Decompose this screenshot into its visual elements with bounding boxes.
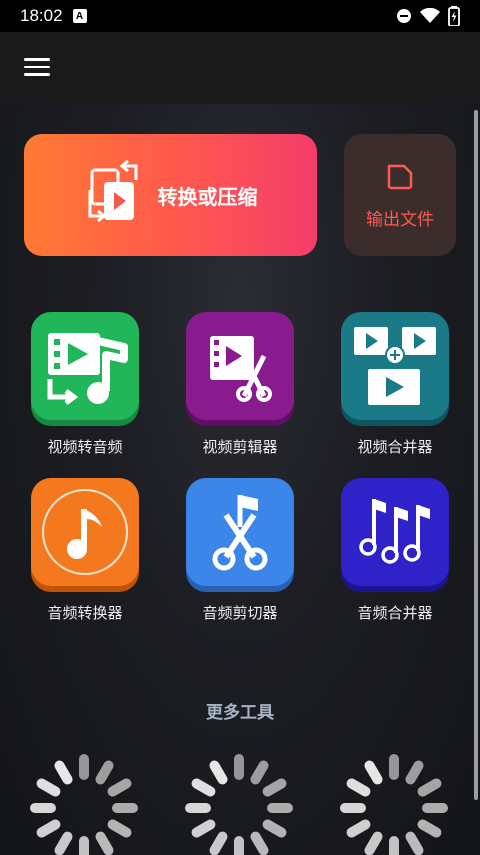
scrollbar[interactable] — [474, 110, 478, 800]
spinner-spoke — [234, 836, 244, 855]
loading-spinner-icon — [340, 754, 448, 855]
audio-merger-icon — [341, 478, 449, 586]
video-cutter-icon — [186, 312, 294, 420]
spinner-spoke — [95, 760, 114, 785]
spinner-spoke — [364, 831, 383, 855]
notification-badge-icon: A — [72, 9, 87, 23]
spinner-spoke — [54, 760, 73, 785]
spinner-spoke — [417, 819, 442, 838]
spinner-spoke — [209, 760, 228, 785]
video-to-audio-icon — [31, 312, 139, 420]
hamburger-menu-icon[interactable] — [24, 58, 50, 78]
spinner-spoke — [389, 754, 399, 780]
audio-cutter-icon — [186, 478, 294, 586]
spinner-spoke — [107, 819, 132, 838]
loading-spinner-icon — [185, 754, 293, 855]
tool-video-cutter[interactable]: 视频剪辑器 — [185, 312, 295, 457]
spinner-spoke — [79, 754, 89, 780]
spinner-spoke — [405, 831, 424, 855]
battery-icon — [448, 6, 460, 26]
status-icons — [396, 6, 460, 26]
tool-label: 视频剪辑器 — [202, 438, 278, 456]
wifi-icon — [420, 8, 440, 23]
spinner-spoke — [340, 803, 366, 813]
output-files-button[interactable]: 输出文件 — [344, 134, 456, 256]
spinner-spoke — [185, 803, 211, 813]
spinner-spoke — [346, 778, 371, 797]
spinner-spoke — [54, 831, 73, 855]
tool-label: 视频转音频 — [47, 438, 123, 456]
audio-converter-icon — [31, 478, 139, 586]
spinner-spoke — [36, 778, 61, 797]
tool-video-merger[interactable]: 视频合并器 — [340, 312, 450, 457]
spinner-spoke — [250, 831, 269, 855]
tool-label: 音频合并器 — [357, 604, 433, 622]
spinner-spoke — [250, 760, 269, 785]
spinner-spoke — [405, 760, 424, 785]
tool-label: 音频剪切器 — [202, 604, 278, 622]
tool-audio-converter[interactable]: 音频转换器 — [30, 478, 140, 623]
convert-compress-button[interactable]: 转换或压缩 — [24, 134, 317, 256]
spinner-spoke — [389, 836, 399, 855]
status-bar: 18:02 A — [0, 0, 480, 32]
spinner-spoke — [417, 778, 442, 797]
spinner-spoke — [95, 831, 114, 855]
convert-file-icon — [88, 160, 137, 223]
tool-audio-merger[interactable]: 音频合并器 — [340, 478, 450, 623]
folder-icon — [387, 164, 413, 189]
spinner-spoke — [191, 819, 216, 838]
spinner-spoke — [79, 836, 89, 855]
dnd-icon — [397, 9, 411, 23]
spinner-spoke — [107, 778, 132, 797]
spinner-spoke — [346, 819, 371, 838]
more-tools-title: 更多工具 — [206, 703, 274, 723]
spinner-spoke — [364, 760, 383, 785]
spinner-spoke — [234, 754, 244, 780]
status-time: 18:02 — [20, 6, 63, 25]
video-merger-icon — [341, 312, 449, 420]
spinner-spoke — [267, 803, 293, 813]
tool-label: 音频转换器 — [47, 604, 123, 622]
spinner-spoke — [112, 803, 138, 813]
tool-audio-cutter[interactable]: 音频剪切器 — [185, 478, 295, 623]
convert-compress-label: 转换或压缩 — [157, 184, 258, 209]
spinner-spoke — [262, 778, 287, 797]
spinner-spoke — [191, 778, 216, 797]
loading-spinner-icon — [30, 754, 138, 855]
spinner-spoke — [209, 831, 228, 855]
spinner-spoke — [422, 803, 448, 813]
tool-label: 视频合并器 — [357, 438, 433, 456]
spinner-spoke — [36, 819, 61, 838]
tool-video-to-audio[interactable]: 视频转音频 — [30, 312, 140, 457]
spinner-spoke — [262, 819, 287, 838]
app-toolbar — [0, 32, 480, 104]
output-files-label: 输出文件 — [366, 209, 434, 230]
spinner-spoke — [30, 803, 56, 813]
